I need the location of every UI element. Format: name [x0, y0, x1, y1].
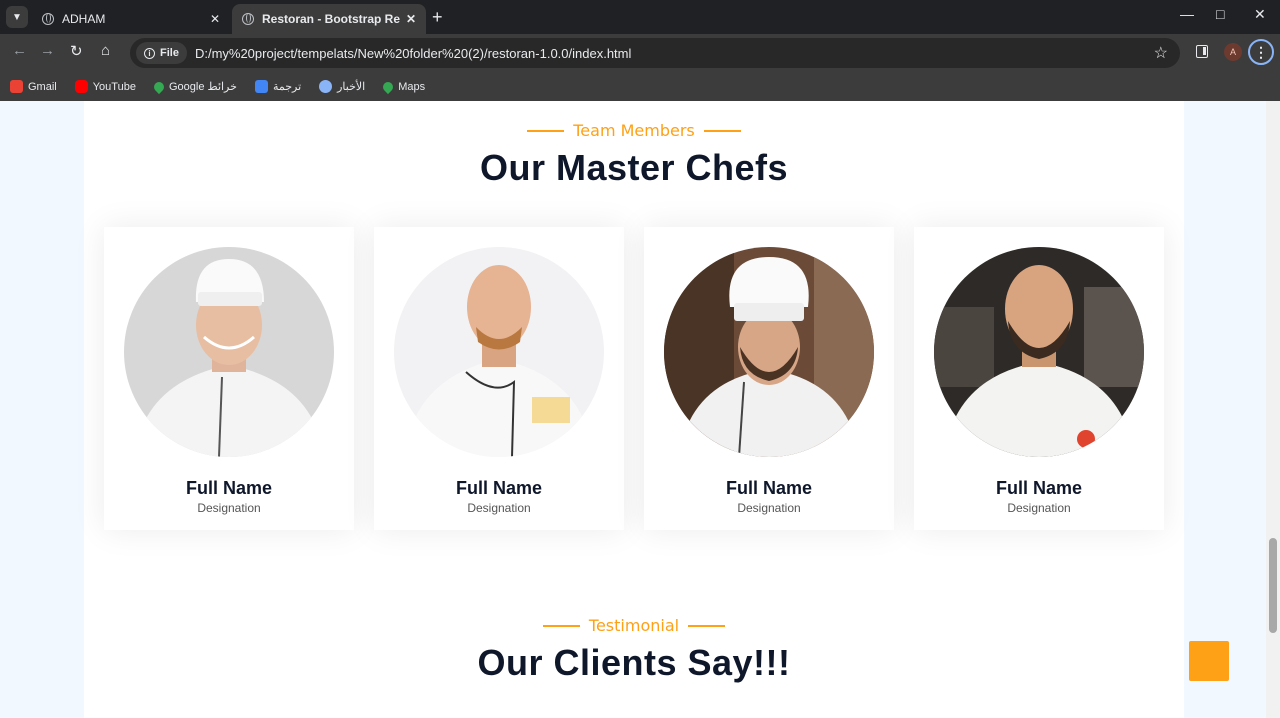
chef-photo — [934, 247, 1144, 457]
bookmark-label: Maps — [398, 80, 426, 93]
address-bar[interactable]: i File D:/my%20project/tempelats/New%20f… — [130, 38, 1180, 68]
team-section-subtitle: Team Members — [84, 121, 1184, 140]
close-window-icon[interactable]: ✕ — [1254, 6, 1266, 23]
bookmarks-bar: Gmail YouTube Google خرائط ترجمة الأخبار… — [0, 72, 1280, 101]
bookmark-label: YouTube — [92, 80, 136, 93]
subtitle-line — [527, 129, 565, 132]
page-container: Team Members Our Master Chefs Full Name … — [84, 101, 1184, 718]
chef-designation: Designation — [467, 501, 531, 515]
team-card: Full Name Designation — [104, 227, 354, 530]
chef-photo — [664, 247, 874, 457]
profile-avatar[interactable]: A — [1224, 43, 1242, 61]
minimize-icon[interactable]: — — [1180, 6, 1194, 22]
tab-adham[interactable]: ADHAM ✕ — [32, 4, 230, 34]
forward-icon[interactable]: → — [40, 42, 55, 59]
subtitle-line — [542, 624, 580, 627]
site-info-chip[interactable]: i File — [136, 42, 187, 64]
chef-designation: Designation — [1007, 501, 1071, 515]
bookmark-maps[interactable]: Maps — [381, 79, 426, 94]
info-icon: i — [144, 47, 155, 59]
new-tab-button[interactable]: + — [432, 6, 443, 28]
reload-icon[interactable]: ↻ — [70, 42, 83, 60]
testimonial-subtitle-text: Testimonial — [588, 616, 680, 635]
maximize-icon[interactable]: □ — [1216, 6, 1224, 22]
browser-toolbar: ← → ↻ ⌂ i File D:/my%20project/tempelats… — [0, 34, 1280, 72]
tab-close-icon[interactable]: ✕ — [210, 12, 220, 26]
tab-restoran[interactable]: Restoran - Bootstrap Restaurant Template… — [232, 4, 426, 34]
tab-close-icon[interactable]: ✕ — [406, 12, 416, 26]
tab-strip: ▼ ADHAM ✕ Restoran - Bootstrap Restauran… — [0, 0, 1280, 34]
subtitle-line — [688, 624, 726, 627]
news-icon — [319, 80, 333, 93]
subtitle-line — [703, 129, 741, 132]
globe-icon — [242, 13, 254, 25]
team-card: Full Name Designation — [914, 227, 1164, 530]
youtube-icon — [74, 80, 88, 93]
chef-photo — [394, 247, 604, 457]
file-label: File — [160, 47, 179, 59]
gmail-icon — [10, 80, 23, 93]
tab-title: ADHAM — [62, 12, 106, 26]
chevron-down-icon: ▼ — [12, 11, 22, 23]
more-menu-icon[interactable]: ⋮ — [1248, 39, 1274, 65]
team-section-title: Our Master Chefs — [479, 147, 789, 188]
bookmark-youtube[interactable]: YouTube — [74, 80, 136, 93]
chef-designation: Designation — [737, 501, 801, 515]
bookmark-label: Gmail — [28, 80, 57, 93]
chef-name: Full Name — [455, 478, 543, 498]
chef-name: Full Name — [725, 478, 813, 498]
chef-name: Full Name — [995, 478, 1083, 498]
back-icon[interactable]: ← — [12, 42, 27, 59]
home-icon[interactable]: ⌂ — [101, 42, 110, 59]
back-to-top-button[interactable] — [1189, 641, 1229, 681]
page-viewport: Team Members Our Master Chefs Full Name … — [0, 101, 1280, 718]
translate-icon — [254, 80, 268, 93]
testimonial-section-title: Our Clients Say!!! — [477, 642, 791, 683]
scrollbar-thumb[interactable] — [1269, 538, 1277, 633]
url-text[interactable]: D:/my%20project/tempelats/New%20folder%2… — [195, 46, 631, 61]
bookmark-news[interactable]: الأخبار — [319, 80, 365, 93]
bookmark-label: Google خرائط — [168, 81, 237, 93]
testimonial-section-subtitle: Testimonial — [84, 616, 1184, 635]
team-subtitle-text: Team Members — [573, 121, 695, 140]
bookmark-gmail[interactable]: Gmail — [10, 80, 57, 93]
chef-name: Full Name — [185, 478, 273, 498]
bookmark-translate[interactable]: ترجمة — [254, 80, 302, 93]
maps-icon — [381, 79, 396, 94]
globe-icon — [42, 13, 54, 25]
page-scrollbar[interactable] — [1266, 101, 1280, 718]
maps-icon — [151, 79, 167, 94]
tab-title: Restoran - Bootstrap Restaurant Template — [262, 12, 400, 26]
bookmark-google-maps[interactable]: Google خرائط — [151, 79, 237, 94]
chef-designation: Designation — [197, 501, 261, 515]
team-card: Full Name Designation — [644, 227, 894, 530]
team-card: Full Name Designation — [374, 227, 624, 530]
bookmark-label: الأخبار — [337, 81, 366, 93]
bookmark-star-icon[interactable]: ☆ — [1154, 43, 1168, 63]
tab-search-button[interactable]: ▼ — [6, 6, 28, 28]
bookmark-label: ترجمة — [272, 81, 302, 93]
chef-photo — [124, 247, 334, 457]
side-panel-icon[interactable] — [1196, 45, 1208, 58]
